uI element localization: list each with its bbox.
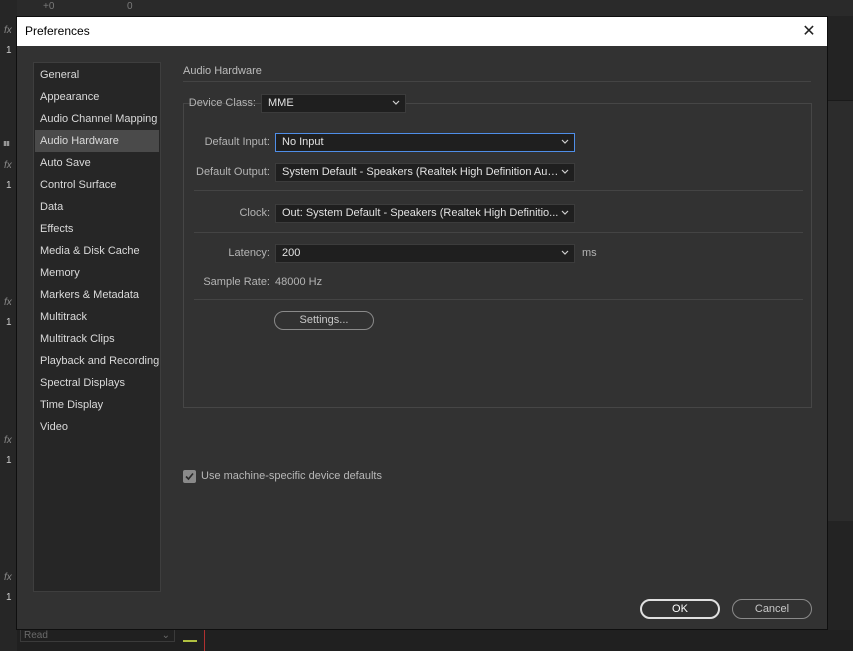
chevron-down-icon <box>561 250 569 255</box>
waveform-icon: ıııı <box>3 138 10 148</box>
nav-item-time-display[interactable]: Time Display <box>35 394 159 416</box>
divider <box>183 81 811 82</box>
checkmark-icon <box>185 472 194 481</box>
title-bar[interactable]: Preferences ✕ <box>17 17 827 46</box>
nav-item-general[interactable]: General <box>35 64 159 86</box>
machine-defaults-checkbox[interactable] <box>183 470 196 483</box>
nav-item-playback-recording[interactable]: Playback and Recording <box>35 350 159 372</box>
track-number: 1 <box>6 45 12 56</box>
chevron-down-icon <box>561 210 569 215</box>
nav-item-memory[interactable]: Memory <box>35 262 159 284</box>
default-input-label: Default Input: <box>204 136 270 148</box>
divider <box>194 232 803 233</box>
dialog-title: Preferences <box>25 24 90 38</box>
default-input-dropdown[interactable]: No Input <box>275 133 575 152</box>
chevron-down-icon <box>561 169 569 174</box>
nav-item-audio-hardware[interactable]: Audio Hardware <box>35 130 159 152</box>
sample-rate-value: 48000 Hz <box>275 276 323 288</box>
machine-defaults-label: Use machine-specific device defaults <box>201 470 382 482</box>
nav-item-control-surface[interactable]: Control Surface <box>35 174 159 196</box>
fx-icon[interactable]: fx <box>4 435 12 446</box>
nav-item-media-disk-cache[interactable]: Media & Disk Cache <box>35 240 159 262</box>
divider <box>194 299 803 300</box>
nav-item-video[interactable]: Video <box>35 416 159 438</box>
pan-readout: 0 <box>127 1 133 12</box>
sample-rate-label: Sample Rate: <box>203 276 270 288</box>
default-input-value: No Input <box>282 136 324 148</box>
close-icon: ✕ <box>802 23 816 40</box>
latency-dropdown[interactable]: 200 <box>275 244 575 263</box>
fx-icon[interactable]: fx <box>4 297 12 308</box>
close-button[interactable]: ✕ <box>791 17 827 46</box>
nav-item-spectral-displays[interactable]: Spectral Displays <box>35 372 159 394</box>
divider <box>194 190 803 191</box>
clock-value: Out: System Default - Speakers (Realtek … <box>282 207 559 219</box>
fx-icon[interactable]: fx <box>4 572 12 583</box>
latency-value: 200 <box>282 247 301 259</box>
device-class-dropdown[interactable]: MME <box>261 94 406 113</box>
track-number: 1 <box>6 455 12 466</box>
cancel-button[interactable]: Cancel <box>732 599 812 619</box>
transport-row: +0 0 <box>17 0 853 16</box>
settings-button[interactable]: Settings... <box>274 311 374 330</box>
fx-icon[interactable]: fx <box>4 25 12 36</box>
preferences-dialog: Preferences ✕ General Appearance Audio C… <box>16 16 828 630</box>
default-output-value: System Default - Speakers (Realtek High … <box>282 166 562 178</box>
level-meter <box>183 632 197 642</box>
nav-item-appearance[interactable]: Appearance <box>35 86 159 108</box>
automation-mode-select[interactable]: Read ⌄ <box>20 628 175 642</box>
track-area <box>828 100 853 521</box>
nav-item-markers-metadata[interactable]: Markers & Metadata <box>35 284 159 306</box>
fx-icon[interactable]: fx <box>4 160 12 171</box>
ok-button[interactable]: OK <box>640 599 720 619</box>
default-output-dropdown[interactable]: System Default - Speakers (Realtek High … <box>275 163 575 182</box>
chevron-down-icon: ⌄ <box>161 630 170 641</box>
nav-item-effects[interactable]: Effects <box>35 218 159 240</box>
section-title: Audio Hardware <box>183 65 262 77</box>
default-output-label: Default Output: <box>196 166 270 178</box>
nav-item-auto-save[interactable]: Auto Save <box>35 152 159 174</box>
latency-unit: ms <box>582 247 597 259</box>
device-class-label: Device Class: <box>188 97 256 109</box>
nav-item-data[interactable]: Data <box>35 196 159 218</box>
preferences-nav: General Appearance Audio Channel Mapping… <box>33 62 161 592</box>
automation-mode-label: Read <box>24 630 48 641</box>
nav-item-multitrack[interactable]: Multitrack <box>35 306 159 328</box>
track-number: 1 <box>6 180 12 191</box>
nav-item-audio-channel-mapping[interactable]: Audio Channel Mapping <box>35 108 159 130</box>
device-class-value: MME <box>268 97 294 109</box>
chevron-down-icon <box>561 139 569 144</box>
latency-label: Latency: <box>228 247 270 259</box>
volume-readout: +0 <box>43 1 55 12</box>
clock-dropdown[interactable]: Out: System Default - Speakers (Realtek … <box>275 204 575 223</box>
track-number: 1 <box>6 592 12 603</box>
track-number: 1 <box>6 317 12 328</box>
nav-item-multitrack-clips[interactable]: Multitrack Clips <box>35 328 159 350</box>
clock-label: Clock: <box>239 207 270 219</box>
chevron-down-icon <box>392 100 400 105</box>
